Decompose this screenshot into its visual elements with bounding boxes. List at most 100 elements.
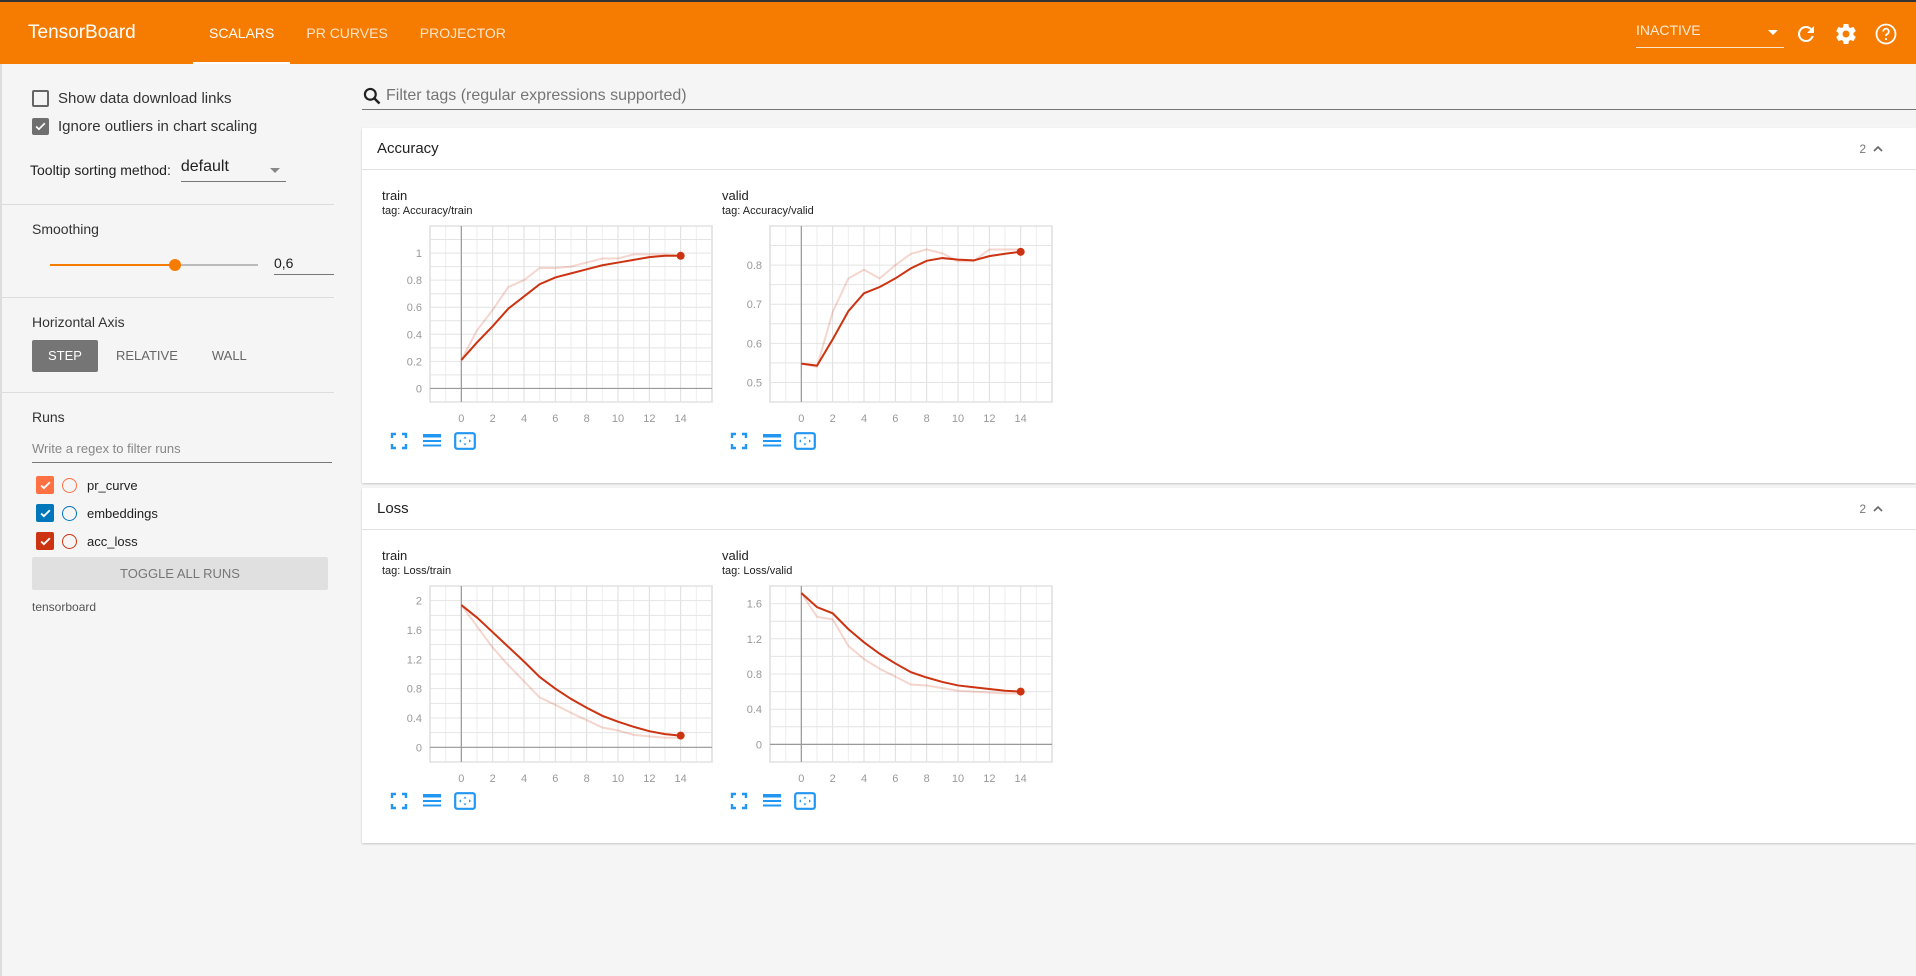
chart-accuracy-valid: valid tag: Accuracy/valid 0.5 0.6 0.7 0.8 0 2… [722, 188, 1062, 468]
section-count: 2 [1859, 141, 1886, 157]
y-tick-label: 1.2 [407, 654, 422, 666]
x-tick-label: 8 [584, 413, 590, 425]
list-icon[interactable] [422, 792, 442, 810]
chevron-up-icon[interactable] [1870, 501, 1886, 517]
fullscreen-icon[interactable] [390, 432, 410, 450]
x-tick-label: 8 [584, 773, 590, 785]
run-color-radio[interactable] [62, 505, 77, 521]
fit-domain-icon[interactable] [454, 432, 476, 450]
x-tick-label: 2 [830, 413, 836, 425]
x-tick-label: 6 [892, 773, 898, 785]
run-name: embeddings [87, 505, 158, 521]
chart-tag: tag: Loss/train [382, 565, 452, 577]
sidebar: Show data download links Ignore outliers… [0, 64, 340, 976]
run-item-pr-curve[interactable]: pr_curve [32, 471, 310, 499]
chart-tag: tag: Accuracy/valid [722, 205, 814, 217]
checkmark-icon [39, 481, 51, 490]
tab-projector[interactable]: PROJECTOR [404, 2, 522, 64]
runs-label: Runs [32, 409, 65, 425]
run-color-radio[interactable] [62, 477, 77, 493]
run-item-embeddings[interactable]: embeddings [32, 499, 310, 527]
list-icon[interactable] [762, 432, 782, 450]
count-value: 2 [1859, 142, 1866, 156]
run-checkbox[interactable] [36, 476, 54, 494]
checkmark-icon [35, 122, 46, 130]
tab-scalars[interactable]: SCALARS [193, 2, 291, 64]
chart-title: valid [722, 548, 749, 563]
section-header[interactable]: Loss 2 [362, 488, 1916, 530]
tooltip-sorting-select[interactable]: default [180, 158, 286, 182]
x-tick-label: 6 [892, 413, 898, 425]
inactive-plugin-select[interactable]: INACTIVE [1636, 22, 1784, 48]
x-tick-label: 6 [552, 413, 558, 425]
chart-plot: 0 0.4 0.8 1.2 1.6 0 2 4 6 8 10 12 14 [747, 585, 1053, 785]
run-name: pr_curve [87, 477, 138, 493]
tooltip-sorting-label: Tooltip sorting method: [30, 162, 171, 178]
help-icon[interactable] [1874, 22, 1898, 46]
axis-relative-button[interactable]: RELATIVE [100, 340, 194, 372]
inactive-select-value: INACTIVE [1636, 22, 1701, 38]
fit-domain-icon[interactable] [794, 432, 816, 450]
tab-pr-curves[interactable]: PR CURVES [290, 2, 403, 64]
run-checkbox[interactable] [36, 504, 54, 522]
refresh-icon[interactable] [1794, 22, 1818, 46]
x-tick-label: 14 [1015, 413, 1027, 425]
tooltip-sorting-value: default [180, 158, 229, 175]
smoothing-input[interactable]: 0,6 [274, 251, 334, 275]
runs-filter-input[interactable]: Write a regex to filter runs [32, 437, 332, 463]
chart-plot: 00.20.40.60.810 2 4 6 8 10 12 14 [407, 225, 713, 425]
tag-filter[interactable] [362, 82, 1916, 110]
list-icon[interactable] [762, 792, 782, 810]
x-tick-label: 4 [861, 773, 867, 785]
settings-icon[interactable] [1834, 22, 1858, 46]
run-color-radio[interactable] [62, 533, 77, 549]
ignore-outliers-checkbox[interactable] [32, 117, 49, 135]
y-tick-label: 0.4 [747, 704, 762, 716]
fullscreen-icon[interactable] [730, 432, 750, 450]
fullscreen-icon[interactable] [390, 792, 410, 810]
run-checkbox[interactable] [36, 532, 54, 550]
fit-domain-icon[interactable] [454, 792, 476, 810]
chart-toolbar [390, 792, 486, 810]
chart-title: train [382, 188, 408, 203]
section-header[interactable]: Accuracy 2 [362, 128, 1916, 170]
chart-toolbar [730, 792, 826, 810]
toggle-all-runs-button[interactable]: TOGGLE ALL RUNS [32, 557, 328, 590]
y-tick-label: 0.4 [407, 329, 422, 341]
run-item-acc-loss[interactable]: acc_loss [32, 527, 310, 555]
smoothing-slider[interactable] [50, 257, 258, 273]
y-tick-label: 2 [416, 596, 422, 608]
x-tick-label: 0 [458, 413, 464, 425]
run-name: acc_loss [87, 533, 138, 549]
y-tick-label: 0.6 [407, 302, 422, 314]
slider-fill [50, 264, 175, 266]
chart-tag: tag: Accuracy/train [382, 205, 473, 217]
top-bar: TensorBoard SCALARS PR CURVES PROJECTOR … [0, 0, 1916, 64]
fit-domain-icon[interactable] [794, 792, 816, 810]
ignore-outliers-toggle[interactable]: Ignore outliers in chart scaling [32, 112, 310, 140]
series-endpoint [676, 251, 685, 260]
series-endpoint [1016, 687, 1025, 696]
x-tick-label: 10 [612, 413, 624, 425]
checkmark-icon [39, 537, 51, 546]
horizontal-axis-label: Horizontal Axis [32, 314, 125, 330]
slider-knob[interactable] [168, 259, 181, 271]
smoothing-value: 0,6 [274, 255, 294, 271]
x-tick-label: 0 [458, 773, 464, 785]
chart-accuracy-train: train tag: Accuracy/train 0 0.2 0.4 0.6 0.8 1… [382, 188, 722, 468]
chart-title: train [382, 548, 408, 563]
axis-wall-button[interactable]: WALL [196, 340, 263, 372]
x-tick-label: 2 [830, 773, 836, 785]
fullscreen-icon[interactable] [730, 792, 750, 810]
chart-plot: 0.5 0.6 0.7 0.8 0 2 4 6 8 10 12 14 [747, 225, 1053, 425]
show-download-links-toggle[interactable]: Show data download links [32, 84, 310, 112]
chevron-up-icon[interactable] [1870, 141, 1886, 157]
y-tick-label: 0.8 [407, 275, 422, 287]
show-download-links-checkbox[interactable] [32, 89, 49, 107]
list-icon[interactable] [422, 432, 442, 450]
y-tick-label: 0.8 [407, 684, 422, 696]
y-tick-label: 0.7 [747, 299, 762, 311]
axis-step-button[interactable]: STEP [32, 340, 98, 372]
x-tick-label: 14 [675, 413, 687, 425]
tag-filter-input[interactable] [386, 86, 1786, 105]
